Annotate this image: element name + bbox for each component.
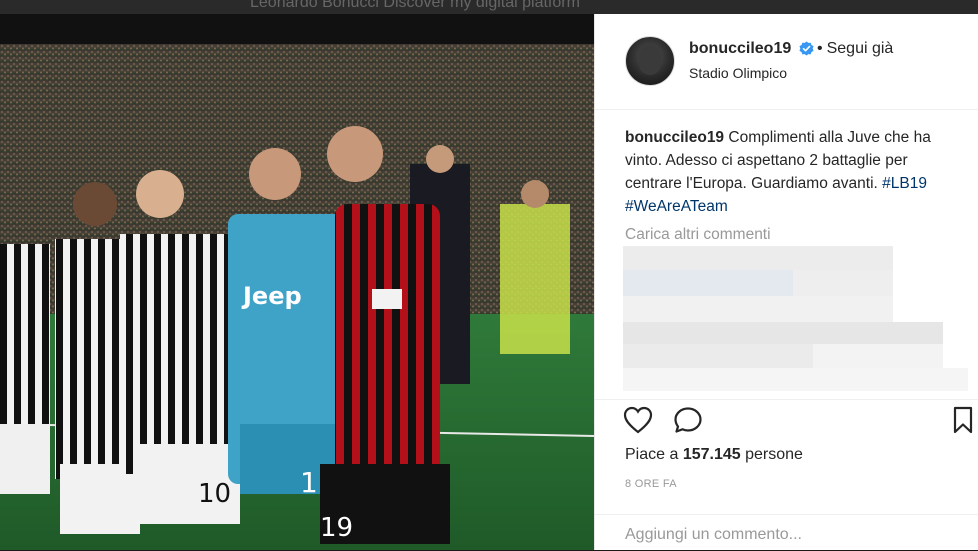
post-panel: bonuccileo19 • Segui già Stadio Olimpico … (594, 14, 978, 550)
username-link[interactable]: bonuccileo19 (689, 40, 791, 58)
likes-count[interactable]: Piace a 157.145 persone (625, 446, 803, 464)
location-link[interactable]: Stadio Olimpico (689, 65, 787, 81)
background-overlay-text: Leonardo Bonucci Discover my digital pla… (250, 0, 580, 11)
hashtag-link[interactable]: #WeAreATeam (625, 198, 728, 215)
background-strip: Leonardo Bonucci Discover my digital pla… (0, 0, 978, 14)
likes-number: 157.145 (682, 446, 741, 463)
add-comment-area: Aggiungi un commento... (595, 514, 978, 551)
svg-text:10: 10 (198, 479, 231, 509)
post-photo-area: 10 Jeep 1 19 (0, 14, 594, 550)
post-header: bonuccileo19 • Segui già Stadio Olimpico (595, 14, 978, 110)
svg-text:19: 19 (320, 513, 353, 543)
likes-suffix: persone (745, 446, 803, 463)
post-caption: bonuccileo19 Complimenti alla Juve che h… (625, 126, 955, 218)
follow-button[interactable]: • Segui già (817, 40, 893, 58)
caption-username[interactable]: bonuccileo19 (625, 129, 724, 146)
avatar[interactable] (625, 36, 675, 86)
hashtag-link[interactable]: #LB19 (882, 175, 927, 192)
post-photo: 10 Jeep 1 19 (0, 44, 594, 550)
likes-prefix: Piace a (625, 446, 679, 463)
post-timestamp[interactable]: 8 ORE FA (625, 478, 677, 490)
follow-label: Segui già (826, 40, 894, 57)
svg-text:1: 1 (300, 466, 318, 499)
add-comment-input[interactable]: Aggiungi un commento... (625, 526, 802, 544)
verified-badge-icon (799, 41, 814, 56)
load-more-comments-link[interactable]: Carica altri commenti (625, 226, 771, 244)
svg-text:Jeep: Jeep (241, 282, 302, 310)
blurred-comments (623, 246, 968, 391)
bookmark-icon[interactable] (951, 406, 975, 434)
comment-icon[interactable] (673, 406, 703, 434)
heart-icon[interactable] (623, 406, 653, 434)
